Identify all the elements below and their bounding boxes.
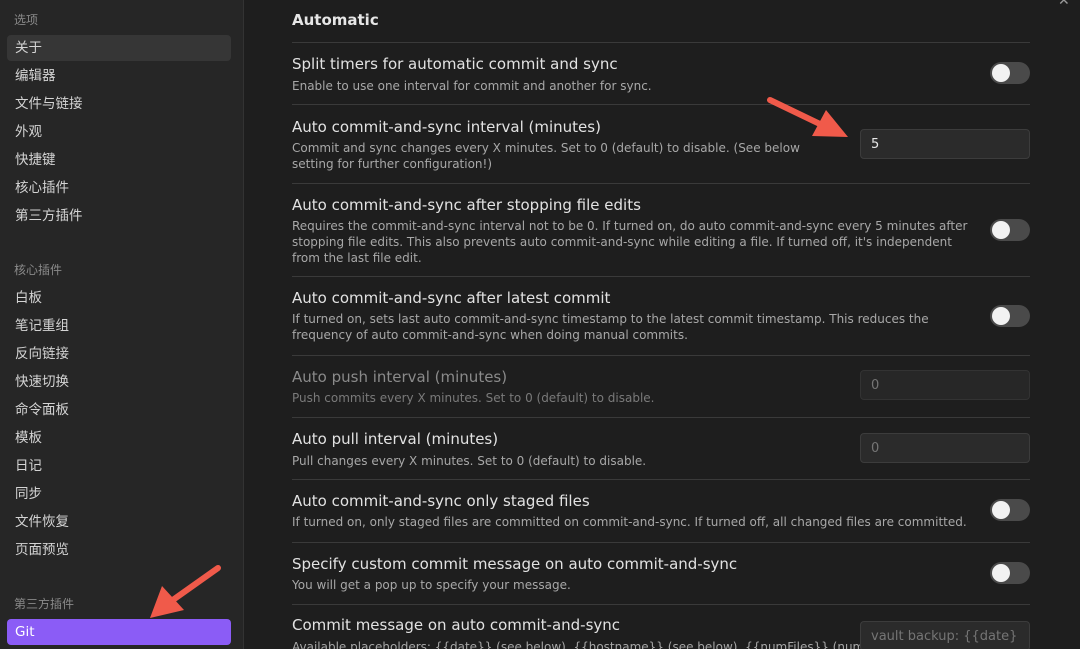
custom-commit-message-toggle[interactable] (990, 562, 1030, 584)
commit-after-stop-edits-toggle[interactable] (990, 219, 1030, 241)
setting-only-staged-files: Auto commit-and-sync only staged files I… (292, 479, 1030, 542)
setting-description: Commit and sync changes every X minutes.… (292, 141, 800, 171)
annotation-arrow-icon (150, 565, 221, 618)
setting-title: Auto commit-and-sync after latest commit (292, 289, 611, 307)
toggle-knob (992, 501, 1010, 519)
sidebar-item-daily-notes[interactable]: 日记 (7, 453, 231, 479)
close-icon[interactable]: ✕ (1058, 0, 1072, 8)
sidebar-item-editor[interactable]: 编辑器 (7, 63, 231, 89)
auto-commit-interval-input[interactable] (860, 129, 1030, 159)
sidebar-item-core-plugins[interactable]: 核心插件 (7, 175, 231, 201)
commit-message-input[interactable] (860, 621, 1030, 649)
setting-description: You will get a pop up to specify your me… (292, 578, 571, 592)
auto-push-interval-input (860, 370, 1030, 400)
sidebar-item-sync[interactable]: 同步 (7, 481, 231, 507)
sidebar-item-note-composer[interactable]: 笔记重组 (7, 313, 231, 339)
annotation-arrow-icon (767, 97, 848, 137)
setting-description: Enable to use one interval for commit an… (292, 79, 652, 93)
split-timers-toggle[interactable] (990, 62, 1030, 84)
setting-commit-after-latest-commit: Auto commit-and-sync after latest commit… (292, 276, 1030, 355)
sidebar-section-community-plugins: 第三方插件 (14, 597, 75, 611)
sidebar-section-core-plugins: 核心插件 (14, 263, 63, 277)
settings-sidebar: 选项 关于 编辑器 文件与链接 外观 快捷键 核心插件 第三方插件 核心插件 白… (0, 0, 244, 649)
sidebar-item-appearance[interactable]: 外观 (7, 119, 231, 145)
setting-auto-commit-interval: Auto commit-and-sync interval (minutes) … (292, 104, 1030, 183)
setting-description: Available placeholders: {{date}} (see be… (292, 640, 900, 649)
sidebar-item-quick-switcher[interactable]: 快速切换 (7, 369, 231, 395)
setting-title: Auto commit-and-sync only staged files (292, 492, 590, 510)
sidebar-item-community-plugins[interactable]: 第三方插件 (7, 203, 231, 229)
setting-custom-commit-message: Specify custom commit message on auto co… (292, 542, 1030, 604)
setting-description: Push commits every X minutes. Set to 0 (… (292, 391, 655, 405)
setting-title: Auto push interval (minutes) (292, 368, 508, 386)
sidebar-item-hotkeys[interactable]: 快捷键 (7, 147, 231, 173)
sidebar-item-command-palette[interactable]: 命令面板 (7, 397, 231, 423)
setting-title: Commit message on auto commit-and-sync (292, 616, 621, 634)
sidebar-item-files-links[interactable]: 文件与链接 (7, 91, 231, 117)
setting-title: Auto commit-and-sync after stopping file… (292, 196, 641, 214)
commit-after-latest-commit-toggle[interactable] (990, 305, 1030, 327)
setting-commit-after-stop-edits: Auto commit-and-sync after stopping file… (292, 183, 1030, 276)
setting-title: Specify custom commit message on auto co… (292, 555, 738, 573)
setting-description: Requires the commit-and-sync interval no… (292, 219, 968, 265)
sidebar-item-file-recovery[interactable]: 文件恢复 (7, 509, 231, 535)
only-staged-files-toggle[interactable] (990, 499, 1030, 521)
sidebar-item-backlinks[interactable]: 反向链接 (7, 341, 231, 367)
sidebar-section-options: 选项 (14, 13, 39, 27)
toggle-knob (992, 64, 1010, 82)
setting-auto-push-interval: Auto push interval (minutes) Push commit… (292, 355, 1030, 417)
sidebar-item-canvas[interactable]: 白板 (7, 285, 231, 311)
toggle-knob (992, 307, 1010, 325)
toggle-knob (992, 564, 1010, 582)
setting-title: Split timers for automatic commit and sy… (292, 55, 618, 73)
section-heading: Automatic (292, 11, 379, 29)
settings-content: ✕ Automatic Split timers for automatic c… (245, 0, 1080, 649)
setting-description: If turned on, only staged files are comm… (292, 515, 967, 529)
setting-split-timers: Split timers for automatic commit and sy… (292, 42, 1030, 104)
toggle-knob (992, 221, 1010, 239)
sidebar-item-templates[interactable]: 模板 (7, 425, 231, 451)
setting-description: If turned on, sets last auto commit-and-… (292, 312, 929, 342)
setting-auto-pull-interval: Auto pull interval (minutes) Pull change… (292, 417, 1030, 479)
setting-title: Auto pull interval (minutes) (292, 430, 499, 448)
setting-title: Auto commit-and-sync interval (minutes) (292, 118, 601, 136)
setting-description: Pull changes every X minutes. Set to 0 (… (292, 454, 647, 468)
setting-commit-message: Commit message on auto commit-and-sync A… (292, 604, 1030, 649)
auto-pull-interval-input[interactable] (860, 433, 1030, 463)
sidebar-item-about[interactable]: 关于 (7, 35, 231, 61)
